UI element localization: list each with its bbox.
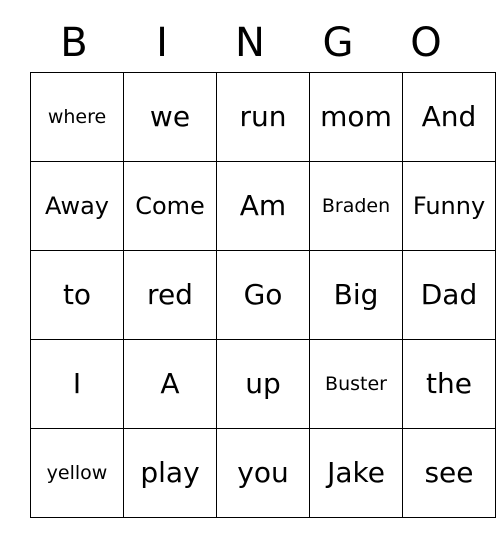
bingo-cell[interactable]: Go: [216, 250, 310, 340]
bingo-cell[interactable]: up: [216, 339, 310, 429]
bingo-cell-label: Jake: [327, 456, 385, 489]
bingo-cell[interactable]: A: [123, 339, 217, 429]
bingo-cell[interactable]: And: [402, 72, 496, 162]
bingo-grid: where we run mom And Away Come Am Braden…: [30, 72, 496, 518]
bingo-cell-label: Go: [243, 278, 283, 311]
bingo-header-row: B I N G O: [30, 14, 470, 72]
bingo-cell-label: mom: [320, 100, 392, 133]
bingo-cell[interactable]: Funny: [402, 161, 496, 251]
bingo-cell[interactable]: Away: [30, 161, 124, 251]
bingo-cell-label: A: [160, 367, 180, 400]
bingo-cell[interactable]: where: [30, 72, 124, 162]
bingo-cell-label: where: [47, 106, 107, 128]
bingo-cell[interactable]: Braden: [309, 161, 403, 251]
bingo-row: I A up Buster the: [30, 339, 496, 429]
bingo-cell[interactable]: Jake: [309, 428, 403, 518]
bingo-header-letter-o: O: [410, 20, 442, 66]
bingo-cell[interactable]: play: [123, 428, 217, 518]
bingo-cell[interactable]: we: [123, 72, 217, 162]
bingo-header-letter-n: N: [235, 20, 265, 66]
bingo-cell[interactable]: you: [216, 428, 310, 518]
bingo-cell-label: And: [421, 100, 477, 133]
bingo-cell[interactable]: Buster: [309, 339, 403, 429]
bingo-cell[interactable]: red: [123, 250, 217, 340]
bingo-header-letter-b: B: [60, 20, 88, 66]
bingo-row: Away Come Am Braden Funny: [30, 161, 496, 251]
bingo-cell[interactable]: the: [402, 339, 496, 429]
bingo-cell-label: you: [237, 456, 289, 489]
bingo-cell-label: Buster: [325, 373, 387, 395]
bingo-cell-label: Am: [239, 189, 287, 222]
bingo-cell-label: Braden: [321, 195, 391, 217]
bingo-row: to red Go Big Dad: [30, 250, 496, 340]
bingo-cell-label: run: [239, 100, 287, 133]
bingo-cell[interactable]: Am: [216, 161, 310, 251]
bingo-cell-label: Away: [45, 192, 109, 220]
bingo-cell[interactable]: Come: [123, 161, 217, 251]
bingo-cell[interactable]: run: [216, 72, 310, 162]
bingo-cell-label: red: [147, 278, 193, 311]
bingo-row: yellow play you Jake see: [30, 428, 496, 518]
bingo-cell-label: up: [245, 367, 281, 400]
bingo-cell[interactable]: I: [30, 339, 124, 429]
bingo-cell-label: Big: [333, 278, 379, 311]
bingo-cell-label: I: [72, 367, 82, 400]
bingo-card: B I N G O where we run mom And Away Come…: [30, 14, 496, 518]
bingo-cell-label: play: [140, 456, 200, 489]
bingo-cell-label: Funny: [412, 192, 486, 220]
bingo-cell[interactable]: yellow: [30, 428, 124, 518]
bingo-cell-label: to: [62, 278, 92, 311]
bingo-cell-label: Come: [135, 192, 205, 220]
bingo-cell-label: we: [149, 100, 191, 133]
bingo-cell[interactable]: mom: [309, 72, 403, 162]
bingo-cell-label: Dad: [420, 278, 478, 311]
bingo-cell-label: the: [426, 367, 472, 400]
bingo-row: where we run mom And: [30, 72, 496, 162]
bingo-cell[interactable]: see: [402, 428, 496, 518]
bingo-cell[interactable]: to: [30, 250, 124, 340]
bingo-cell-label: yellow: [46, 462, 108, 484]
bingo-header-letter-i: I: [156, 20, 168, 66]
bingo-cell[interactable]: Big: [309, 250, 403, 340]
bingo-cell[interactable]: Dad: [402, 250, 496, 340]
bingo-header-letter-g: G: [322, 20, 354, 66]
bingo-cell-label: see: [424, 456, 474, 489]
